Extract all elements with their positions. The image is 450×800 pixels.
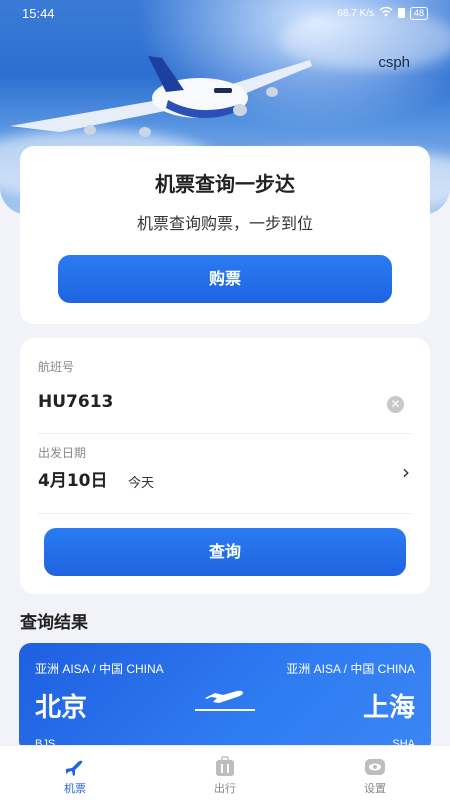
flight-result-card[interactable]: 亚洲 AISA / 中国 CHINA 亚洲 AISA / 中国 CHINA 北京… <box>19 643 431 753</box>
promo-title: 机票查询一步达 <box>155 172 295 196</box>
departure-date-label: 出发日期 <box>38 446 87 460</box>
takeoff-icon <box>195 690 255 711</box>
status-bar: 15:44 68.7 K/s 48 <box>22 6 428 24</box>
promo-card: 机票查询一步达 机票查询购票，一步到位 购票 <box>20 146 430 324</box>
query-button[interactable]: 查询 <box>44 528 406 576</box>
airplane-icon <box>66 760 83 776</box>
tab-label: 设置 <box>364 782 386 795</box>
network-speed: 68.7 K/s <box>337 7 374 19</box>
sim-icon <box>397 8 405 18</box>
wifi-icon <box>379 6 393 20</box>
bottom-tab-bar: 机票 出行 设置 <box>0 745 450 800</box>
origin-region: 亚洲 AISA / 中国 CHINA <box>35 662 164 676</box>
tab-label: 机票 <box>64 782 86 795</box>
promo-subtitle: 机票查询购票，一步到位 <box>136 214 313 233</box>
airplane-illustration <box>10 56 312 137</box>
eye-icon <box>365 759 385 775</box>
battery-icon: 48 <box>409 6 428 20</box>
clear-icon[interactable]: ✕ <box>387 396 404 413</box>
departure-date-value[interactable]: 4月10日 <box>38 466 108 491</box>
destination-region: 亚洲 AISA / 中国 CHINA <box>286 662 415 676</box>
status-time: 15:44 <box>22 6 55 21</box>
today-hint: 今天 <box>128 476 155 491</box>
flight-number-label: 航班号 <box>38 360 75 374</box>
luggage-icon <box>216 756 234 776</box>
buy-ticket-button[interactable]: 购票 <box>58 255 392 303</box>
brand-label: csph <box>378 54 410 71</box>
chevron-right-icon[interactable]: › <box>402 460 410 484</box>
origin-city: 北京 <box>35 693 88 723</box>
destination-city: 上海 <box>362 693 415 723</box>
tab-flights[interactable]: 机票 <box>0 746 150 800</box>
tab-settings[interactable]: 设置 <box>300 746 450 800</box>
flight-number-input[interactable]: HU7613 <box>38 392 113 412</box>
tab-travel[interactable]: 出行 <box>150 746 300 800</box>
divider <box>38 513 412 514</box>
divider <box>38 433 412 434</box>
search-card: 航班号 HU7613 ✕ 出发日期 4月10日 今天 › 查询 <box>20 338 430 594</box>
results-title: 查询结果 <box>20 613 88 633</box>
tab-label: 出行 <box>214 782 236 795</box>
